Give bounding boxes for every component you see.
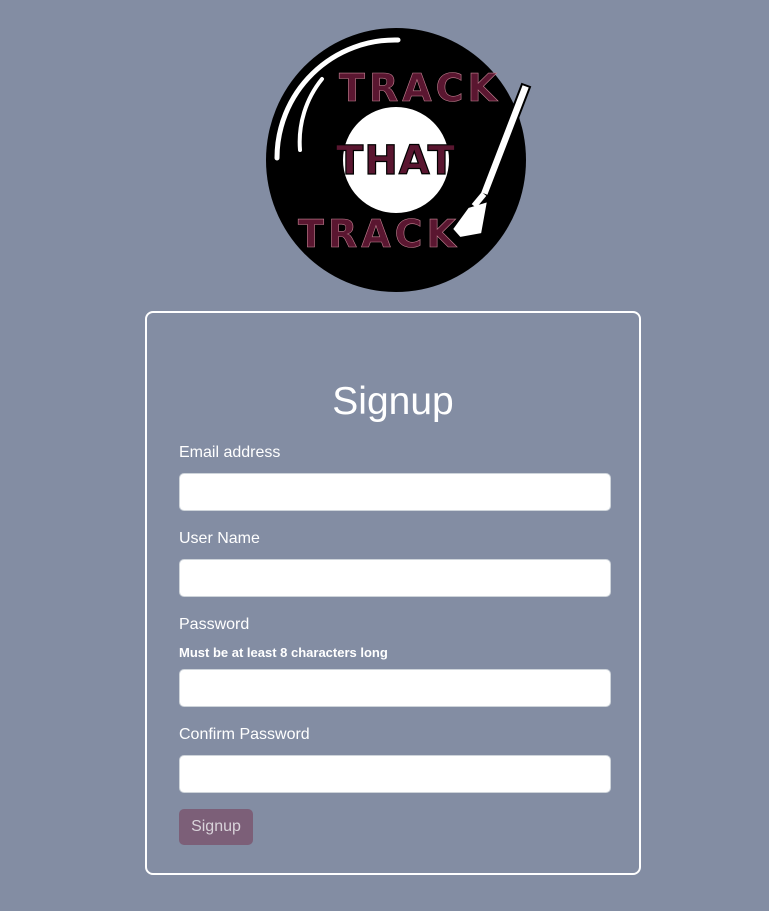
password-field[interactable] [179, 669, 611, 707]
signup-card: Signup Email address User Name Password … [145, 311, 641, 875]
vinyl-record-icon: TRACK THAT TRACK [266, 28, 532, 292]
logo-top-word: TRACK [339, 66, 501, 110]
username-label: User Name [179, 530, 260, 547]
confirm-password-label: Confirm Password [179, 726, 310, 743]
username-field[interactable] [179, 559, 611, 597]
password-hint: Must be at least 8 characters long [179, 645, 388, 660]
password-label: Password [179, 616, 250, 633]
signup-button[interactable]: Signup [179, 809, 253, 845]
confirm-password-field[interactable] [179, 755, 611, 793]
email-field[interactable] [179, 473, 611, 511]
page-title: Signup [332, 380, 454, 423]
email-label: Email address [179, 444, 281, 461]
logo-bottom-word: TRACK [298, 212, 460, 256]
track-that-track-logo: TRACK THAT TRACK [262, 24, 534, 296]
logo-middle-word: THAT [336, 138, 456, 184]
